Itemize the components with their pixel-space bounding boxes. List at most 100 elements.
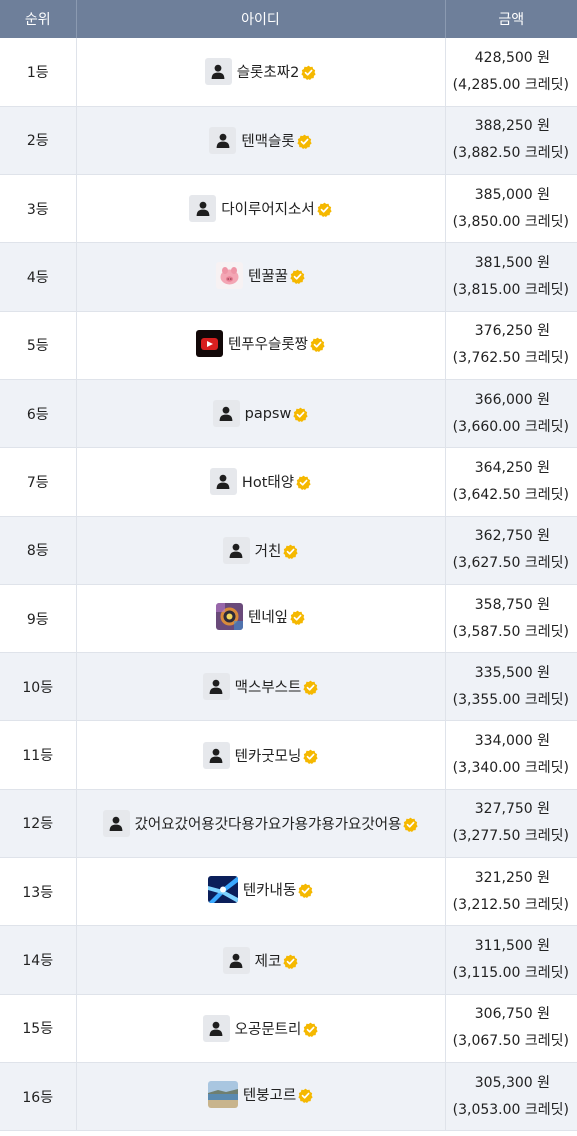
amount-credit: (3,660.00 크레딧) — [452, 418, 569, 435]
user-avatar-icon — [222, 946, 250, 974]
user-id-link[interactable]: 텐카굿모닝 — [202, 741, 319, 769]
verified-badge-icon — [283, 952, 298, 969]
user-id-cell: 거친 — [76, 516, 446, 585]
verified-badge-icon — [317, 200, 332, 218]
user-id-link[interactable]: 텐꿀꿀 — [215, 261, 305, 289]
rank-cell: 7등 — [0, 447, 77, 517]
amount-won: 305,300 원 — [474, 1074, 550, 1091]
user-name: 제코 — [254, 953, 282, 970]
rank-cell: 12등 — [0, 789, 77, 859]
user-id-cell: 텐꿀꿀 — [76, 242, 446, 312]
table-row: 3등 다이루어지소서 385,000 원 (3,850.00 크레딧) — [0, 174, 577, 244]
amount-credit: (3,815.00 크레딧) — [452, 282, 569, 299]
user-id-link[interactable]: 맥스부스트 — [202, 673, 319, 701]
user-id-link[interactable]: 텐네잎 — [215, 603, 305, 631]
amount-cell: 388,250 원 (3,882.50 크레딧) — [445, 106, 577, 176]
user-id-link[interactable]: 슬롯초짜2 — [204, 58, 317, 86]
table-row: 5등 텐푸우슬롯짱 376,250 원 (3,762.50 크레딧) — [0, 311, 577, 380]
user-name: 갔어요갔어용갓다용가요가용갸용가요갓어용 — [134, 816, 402, 833]
user-id-link[interactable]: 다이루어지소서 — [189, 195, 332, 223]
rank-cell: 16등 — [0, 1062, 77, 1132]
verified-badge-icon — [293, 405, 308, 423]
user-id-link[interactable]: 갔어요갔어용갓다용가요가용갸용가요갓어용 — [102, 809, 419, 837]
amount-credit: (4,285.00 크레딧) — [452, 76, 569, 93]
user-id-link[interactable]: 텐푸우슬롯짱 — [195, 329, 325, 357]
user-id-link[interactable]: papsw — [212, 400, 309, 428]
amount-credit: (3,115.00 크레딧) — [452, 965, 569, 981]
table-row: 7등 Hot태양 364,250 원 (3,642.50 크레딧) — [0, 447, 577, 517]
profile-image-avatar — [215, 261, 243, 289]
table-row: 9등 텐네잎 358,750 원 (3,587.50 크레딧) — [0, 584, 577, 654]
user-id-cell: 슬롯초짜2 — [76, 38, 446, 107]
rank-cell: 11등 — [0, 720, 77, 790]
user-avatar-icon — [204, 58, 232, 86]
amount-credit: (3,642.50 크레딧) — [452, 486, 569, 503]
user-name: 거친 — [254, 543, 282, 560]
verified-badge-icon — [301, 63, 316, 81]
table-row: 12등 갔어요갔어용갓다용가요가용갸용가요갓어용 327,750 원 (3,277.5… — [0, 789, 577, 859]
amount-won: 334,000 원 — [474, 733, 550, 750]
user-id-cell: 맥스부스트 — [76, 652, 446, 722]
user-id-link[interactable]: 텐붕고르 — [207, 1081, 313, 1109]
table-row: 15등 오공문트리 306,750 원 (3,067.50 크레딧) — [0, 994, 577, 1063]
amount-won: 388,250 원 — [474, 118, 550, 135]
user-id-link[interactable]: 텐맥슬롯 — [209, 126, 312, 154]
user-avatar-icon — [102, 809, 130, 837]
rank-cell: 5등 — [0, 311, 77, 380]
user-id-cell: 제코 — [76, 925, 446, 995]
amount-cell: 385,000 원 (3,850.00 크레딧) — [445, 174, 577, 244]
amount-won: 362,750 원 — [474, 528, 550, 545]
amount-cell: 334,000 원 (3,340.00 크레딧) — [445, 720, 577, 790]
amount-cell: 327,750 원 (3,277.50 크레딧) — [445, 789, 577, 859]
rank-cell: 10등 — [0, 652, 77, 722]
rank-cell: 6등 — [0, 379, 77, 449]
amount-credit: (3,340.00 크레딧) — [452, 760, 569, 777]
user-name: 텐카내동 — [242, 883, 297, 900]
verified-badge-icon — [296, 473, 311, 491]
user-id-cell: 텐네잎 — [76, 584, 446, 654]
user-id-link[interactable]: 텐카내동 — [207, 876, 313, 904]
user-avatar-icon — [222, 536, 250, 564]
profile-image-avatar — [195, 329, 223, 357]
amount-cell: 321,250 원 (3,212.50 크레딧) — [445, 857, 577, 927]
user-id-cell: 텐붕고르 — [76, 1062, 446, 1132]
amount-won: 364,250 원 — [474, 459, 550, 476]
verified-badge-icon — [298, 881, 313, 899]
amount-credit: (3,212.50 크레딧) — [452, 896, 569, 913]
user-name: 텐붕고르 — [242, 1088, 297, 1105]
profile-image-avatar — [215, 603, 243, 631]
rank-cell: 13등 — [0, 857, 77, 927]
rank-cell: 1등 — [0, 38, 77, 107]
rank-cell: 9등 — [0, 584, 77, 654]
amount-won: 311,500 원 — [474, 938, 550, 954]
amount-won: 321,250 원 — [474, 869, 550, 886]
amount-won: 358,750 원 — [474, 596, 550, 613]
user-name: 텐네잎 — [247, 610, 289, 627]
user-id-link[interactable]: 오공문트리 — [202, 1014, 319, 1042]
user-name: 다이루어지소서 — [221, 202, 315, 219]
amount-won: 327,750 원 — [474, 801, 550, 818]
user-avatar-icon — [209, 468, 237, 496]
user-id-link[interactable]: 거친 — [222, 536, 299, 564]
table-row: 8등 거친 362,750 원 (3,627.50 크레딧) — [0, 516, 577, 585]
rank-cell: 2등 — [0, 106, 77, 176]
rank-cell: 3등 — [0, 174, 77, 244]
user-avatar-icon — [189, 195, 217, 223]
user-avatar-icon — [212, 400, 240, 428]
amount-cell: 376,250 원 (3,762.50 크레딧) — [445, 311, 577, 380]
rank-cell: 8등 — [0, 516, 77, 585]
rank-cell: 4등 — [0, 242, 77, 312]
profile-image-avatar — [207, 1081, 238, 1109]
user-id-cell: 텐카굿모닝 — [76, 720, 446, 790]
user-id-cell: 다이루어지소서 — [76, 174, 446, 244]
amount-credit: (3,053.00 크레딧) — [452, 1101, 569, 1118]
user-id-cell: Hot태양 — [76, 447, 446, 517]
user-id-link[interactable]: Hot태양 — [209, 468, 311, 496]
amount-cell: 362,750 원 (3,627.50 크레딧) — [445, 516, 577, 585]
table-row: 16등 텐붕고르 305,300 원 (3,053.00 크레딧) — [0, 1062, 577, 1132]
verified-badge-icon — [303, 1020, 318, 1037]
amount-credit: (3,587.50 크레딧) — [452, 623, 569, 640]
user-id-link[interactable]: 제코 — [222, 946, 299, 974]
verified-badge-icon — [297, 132, 312, 149]
verified-badge-icon — [283, 542, 298, 559]
